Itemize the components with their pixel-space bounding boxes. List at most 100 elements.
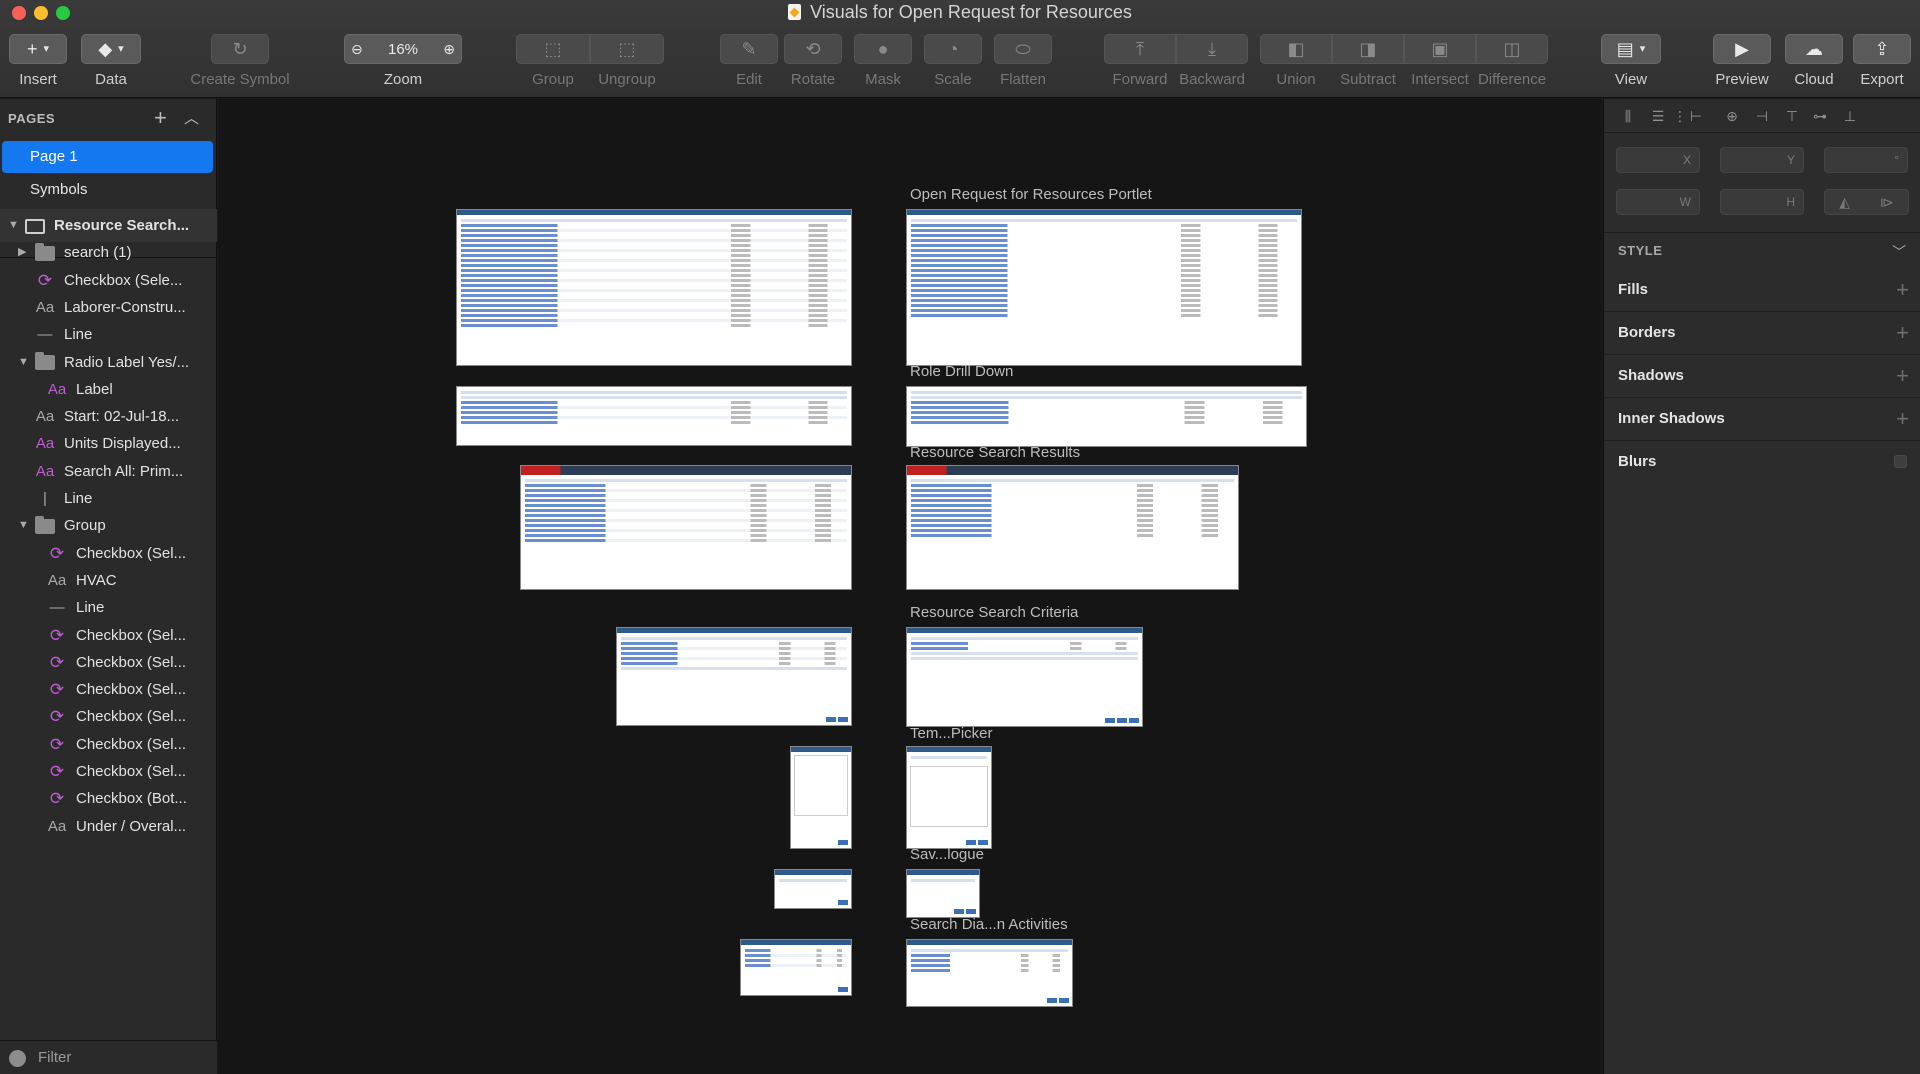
section-title: Fills	[1618, 281, 1649, 298]
artboard-resource-search-criteria[interactable]	[906, 627, 1143, 727]
align-bottom-icon[interactable]: ⊥	[1842, 108, 1858, 124]
intersect-icon: ▣	[1431, 39, 1449, 59]
width-field[interactable]: W	[1616, 189, 1700, 215]
sketch-document-icon	[788, 4, 802, 20]
width-field-label: W	[1679, 195, 1691, 209]
artboard-thumbnail[interactable]	[616, 627, 852, 726]
artboard-search-dialog[interactable]	[906, 939, 1073, 1007]
zoom-value[interactable]: 16%	[388, 41, 418, 58]
page-item-symbols[interactable]: Symbols	[2, 174, 213, 206]
artboard-title[interactable]: Role Drill Down	[910, 363, 1013, 380]
add-shadow-icon[interactable]: +	[1896, 363, 1909, 389]
artboard-title[interactable]: Open Request for Resources Portlet	[910, 186, 1152, 203]
artboard-title[interactable]: Resource Search Criteria	[910, 604, 1078, 621]
align-center-horizontal-icon[interactable]: ⊕	[1724, 108, 1740, 124]
rotate-tool[interactable]: ⟲ Rotate	[778, 34, 848, 88]
add-inner-shadow-icon[interactable]: +	[1896, 406, 1909, 432]
add-border-icon[interactable]: +	[1896, 320, 1909, 346]
canvas[interactable]: Open Request for Resources Portlet Role …	[218, 99, 1602, 1074]
flip-vertical-icon[interactable]: ⧐	[1880, 194, 1894, 210]
union-button[interactable]: ◧	[1260, 34, 1332, 64]
artboard-template-picker[interactable]	[906, 746, 992, 849]
zoom-control: ⊖ 16% ⊕ Zoom	[344, 34, 462, 88]
zoom-in-icon[interactable]: ⊕	[443, 42, 455, 56]
artboard-thumbnail[interactable]	[456, 386, 852, 446]
union-label: Union	[1276, 71, 1316, 88]
artboard-title[interactable]: Resource Search Results	[910, 444, 1080, 461]
create-symbol-tool[interactable]: ↻ Create Symbol	[180, 34, 300, 88]
artboard-thumbnail[interactable]	[774, 869, 852, 909]
add-fill-icon[interactable]: +	[1896, 277, 1909, 303]
export-tool[interactable]: ⇪ Export	[1852, 34, 1912, 88]
style-label: STYLE	[1618, 243, 1663, 258]
artboard-thumbnail[interactable]	[456, 209, 852, 366]
edit-tool[interactable]: ✎ Edit	[714, 34, 784, 88]
artboard-title[interactable]: Tem...Picker	[910, 725, 993, 742]
cloud-tool[interactable]: ☁ Cloud	[1784, 34, 1844, 88]
distribute-horizontal-icon[interactable]: ⫼	[1620, 108, 1636, 124]
chevron-down-icon[interactable]: ﹀	[1892, 242, 1906, 262]
scale-tool[interactable]: ◔ Scale	[918, 34, 988, 88]
rotation-field[interactable]: °	[1824, 147, 1908, 173]
flip-horizontal-icon[interactable]: ◭	[1839, 194, 1850, 210]
view-tool[interactable]: ▤ ▾ View	[1600, 34, 1662, 88]
align-left-icon[interactable]: ⊢	[1688, 108, 1704, 124]
artboard-thumbnail[interactable]	[740, 939, 852, 996]
rotation-field-label: °	[1894, 153, 1899, 167]
artboard-title[interactable]: Sav...logue	[910, 846, 984, 863]
height-field[interactable]: H	[1720, 189, 1804, 215]
align-top-icon[interactable]: ⊤	[1784, 108, 1800, 124]
fills-section[interactable]: Fills +	[1604, 269, 1920, 312]
borders-section[interactable]: Borders +	[1604, 312, 1920, 355]
difference-button[interactable]: ◫	[1476, 34, 1548, 64]
preview-label: Preview	[1715, 71, 1769, 88]
filter-bar[interactable]: Filter	[0, 1040, 217, 1074]
intersect-button[interactable]: ▣	[1404, 34, 1476, 64]
forward-icon: ⤒	[1136, 39, 1144, 59]
add-page-icon[interactable]: +	[154, 105, 167, 131]
mask-tool[interactable]: ● Mask	[848, 34, 918, 88]
flatten-tool[interactable]: ⬭ Flatten	[988, 34, 1058, 88]
zoom-out-icon[interactable]: ⊖	[351, 42, 363, 56]
forward-button[interactable]: ⤒	[1104, 34, 1176, 64]
artboard-open-request-portlet[interactable]	[906, 209, 1302, 366]
y-field[interactable]: Y	[1720, 147, 1804, 173]
play-icon: ▶	[1735, 39, 1749, 59]
shadows-section[interactable]: Shadows +	[1604, 355, 1920, 398]
blur-toggle-checkbox[interactable]	[1894, 455, 1907, 468]
distribute-vertical-icon[interactable]: ☰	[1650, 108, 1666, 124]
intersect-label: Intersect	[1411, 71, 1469, 88]
alignment-toolbar: ⫼ ☰ ⋮ ⊢ ⊕ ⊣ ⊤ ⊶ ⊥	[1604, 99, 1920, 133]
layer-item[interactable]: Aa Under / Overal...	[0, 810, 217, 843]
artboard-resource-search-results[interactable]	[906, 465, 1239, 590]
rotate-icon: ⟲	[805, 39, 821, 59]
data-tool[interactable]: ◆ ▾ Data	[80, 34, 142, 88]
chevron-up-icon[interactable]: ︿	[184, 107, 199, 128]
view-layout-icon: ▤	[1616, 39, 1634, 59]
x-field-label: X	[1682, 153, 1691, 167]
flip-controls: ◭ ⧐	[1824, 189, 1909, 215]
blurs-section[interactable]: Blurs	[1604, 441, 1920, 484]
divider	[1604, 232, 1920, 233]
preview-tool[interactable]: ▶ Preview	[1712, 34, 1772, 88]
data-label: Data	[95, 71, 127, 88]
artboard-title[interactable]: Search Dia...n Activities	[910, 916, 1068, 933]
toolbar: Visuals for Open Request for Resources +…	[0, 0, 1920, 98]
backward-button[interactable]: ⤓	[1176, 34, 1248, 64]
artboard-thumbnail[interactable]	[790, 746, 852, 849]
more-icon[interactable]: ⋮	[1672, 108, 1688, 124]
inner-shadows-section[interactable]: Inner Shadows +	[1604, 398, 1920, 441]
x-field[interactable]: X	[1616, 147, 1700, 173]
artboard-role-drill-down[interactable]	[906, 386, 1307, 447]
artboard-thumbnail[interactable]	[520, 465, 852, 590]
align-right-icon[interactable]: ⊣	[1754, 108, 1770, 124]
page-item-page-1[interactable]: Page 1	[2, 141, 213, 173]
insert-tool[interactable]: + ▾ Insert	[8, 34, 68, 88]
artboard-save-dialogue[interactable]	[906, 869, 980, 918]
ungroup-label: Ungroup	[598, 71, 656, 88]
group-button[interactable]: ⬚	[516, 34, 590, 64]
subtract-button[interactable]: ◨	[1332, 34, 1404, 64]
ungroup-button[interactable]: ⬚	[590, 34, 664, 64]
cloud-icon: ☁	[1805, 39, 1823, 59]
align-middle-icon[interactable]: ⊶	[1812, 108, 1828, 124]
